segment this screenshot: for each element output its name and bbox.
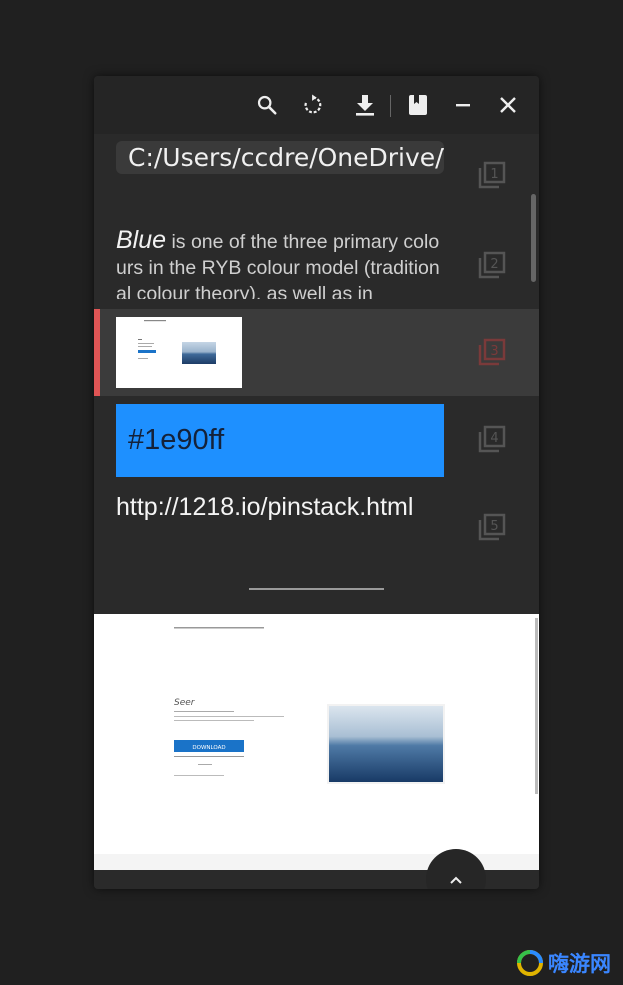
list-item[interactable]: C:/Users/ccdre/OneDrive/Ti 1 (94, 134, 539, 219)
toolbar-separator (390, 95, 391, 117)
webpage-screenshot: Seer DOWNLOAD (174, 627, 445, 784)
chevron-up-icon (450, 876, 462, 884)
logo-text: 嗨游网 (548, 952, 611, 976)
url-text[interactable]: http://1218.io/pinstack.html (116, 491, 436, 524)
stack-number-icon: 3 (478, 338, 506, 366)
svg-text:2: 2 (490, 257, 498, 272)
image-preview: Seer DOWNLOAD (94, 614, 539, 870)
preview-scrollbar[interactable] (535, 618, 538, 794)
stack-number-icon: 5 (478, 513, 506, 541)
pinstack-window: C:/Users/ccdre/OneDrive/Ti 1 Blue is one… (94, 76, 539, 889)
title-bar (94, 76, 539, 134)
path-text: C:/Users/ccdre/OneDrive/Ti (116, 141, 444, 174)
text-snippet: Blue is one of the three primary colours… (116, 227, 440, 299)
svg-text:1: 1 (490, 167, 498, 182)
list-item-selected[interactable]: 3 (94, 309, 539, 396)
refresh-icon[interactable] (299, 91, 327, 119)
svg-text:DOWNLOAD: DOWNLOAD (192, 745, 225, 751)
logo-icon (517, 950, 543, 976)
watermark-logo: 嗨游网 (516, 946, 611, 980)
svg-text:3: 3 (490, 344, 498, 359)
minimize-icon[interactable] (449, 91, 477, 119)
svg-text:4: 4 (490, 431, 498, 446)
stack-number-icon: 2 (478, 251, 506, 279)
clipboard-list: C:/Users/ccdre/OneDrive/Ti 1 Blue is one… (94, 134, 539, 614)
drag-handle-divider[interactable] (249, 588, 384, 590)
close-icon[interactable] (494, 91, 522, 119)
svg-text:5: 5 (490, 519, 498, 534)
download-icon[interactable] (351, 91, 379, 119)
color-swatch[interactable]: #1e90ff (116, 404, 444, 477)
selection-indicator (94, 309, 100, 396)
image-thumbnail (116, 317, 242, 388)
book-icon[interactable] (404, 91, 432, 119)
svg-text:Seer: Seer (174, 698, 196, 708)
search-icon[interactable] (253, 91, 281, 119)
stack-number-icon: 4 (478, 425, 506, 453)
stack-number-icon: 1 (478, 161, 506, 189)
